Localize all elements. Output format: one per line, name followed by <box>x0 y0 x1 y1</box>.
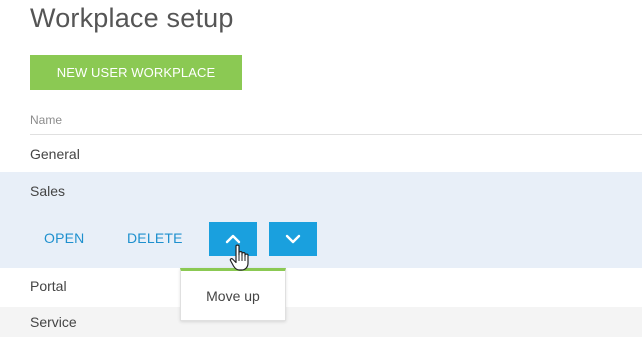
delete-button[interactable]: DELETE <box>127 230 183 246</box>
table-row-selected[interactable]: Sales <box>0 172 642 268</box>
table-row[interactable]: General <box>0 136 642 172</box>
new-user-workplace-button[interactable]: NEW USER WORKPLACE <box>30 55 242 90</box>
row-name: General <box>30 146 80 162</box>
row-name: Service <box>30 314 77 330</box>
header-divider <box>30 134 642 135</box>
chevron-down-icon <box>285 234 301 244</box>
table-row[interactable]: Portal <box>0 268 642 304</box>
move-up-tooltip: Move up <box>180 268 286 321</box>
chevron-up-icon <box>225 234 241 244</box>
column-header-name[interactable]: Name <box>30 113 62 127</box>
tooltip-text: Move up <box>206 287 260 304</box>
hand-pointer-cursor-icon <box>229 244 249 271</box>
table-row[interactable]: Service <box>0 307 642 337</box>
move-down-button[interactable] <box>269 222 317 256</box>
page-title: Workplace setup <box>30 3 234 33</box>
open-button[interactable]: OPEN <box>44 230 84 246</box>
row-name: Portal <box>30 278 67 294</box>
row-name: Sales <box>30 183 66 199</box>
